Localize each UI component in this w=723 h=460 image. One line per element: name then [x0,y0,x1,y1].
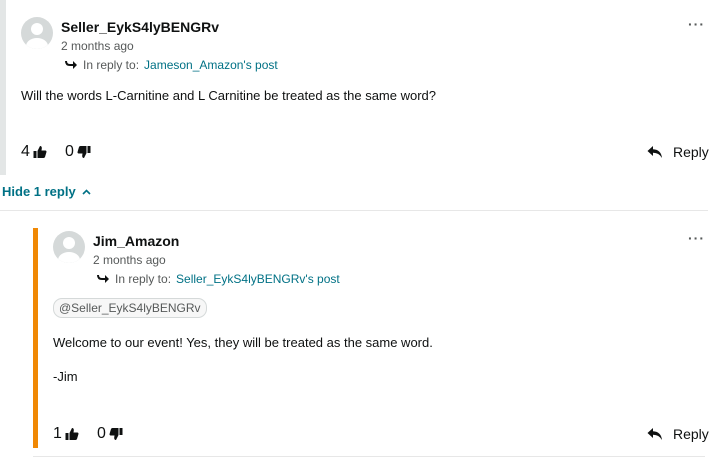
upvote-button[interactable]: 4 [21,143,47,161]
downvote-button[interactable]: 0 [65,143,91,161]
comment-seller: Seller_EykS4lyBENGRv 2 months ago In rep… [0,0,723,175]
divider [33,456,705,457]
thumbs-up-icon [65,428,79,440]
author-name[interactable]: Jim_Amazon [93,233,179,249]
in-reply-to-label: In reply to: [115,272,172,286]
hide-replies-toggle[interactable]: Hide 1 reply [2,184,91,199]
reply-button[interactable]: Reply [647,144,709,160]
downvote-count: 0 [65,143,74,160]
reply-icon [647,428,662,440]
divider [0,210,708,211]
thumbs-down-icon [77,146,91,158]
thread-line [0,0,6,175]
comment-body-line: Welcome to our event! Yes, they will be … [53,335,433,350]
comment-body: Will the words L-Carnitine and L Carniti… [21,88,437,103]
in-reply-to: In reply to: Seller_EykS4lyBENGRv's post [96,272,340,286]
author-name[interactable]: Seller_EykS4lyBENGRv [61,19,219,35]
downvote-count: 0 [97,425,106,442]
post-time: 2 months ago [93,253,166,267]
thumbs-down-icon [109,428,123,440]
reply-label: Reply [673,426,709,442]
avatar[interactable] [53,231,85,263]
in-reply-to: In reply to: Jameson_Amazon's post [64,58,278,72]
avatar[interactable] [21,17,53,49]
in-reply-to-link[interactable]: Jameson_Amazon's post [144,58,278,72]
user-silhouette-icon [26,23,48,49]
upvote-button[interactable]: 1 [53,425,79,443]
chevron-up-icon [82,188,91,195]
user-silhouette-icon [58,237,80,263]
reply-label: Reply [673,144,709,160]
upvote-count: 1 [53,425,62,442]
comment-jim: Jim_Amazon 2 months ago In reply to: Sel… [33,228,723,460]
reply-arrow-icon [65,61,77,69]
comment-signature: -Jim [53,369,78,384]
upvote-count: 4 [21,143,30,160]
reply-accent-bar [33,228,38,448]
thumbs-up-icon [33,146,47,158]
hide-replies-label: Hide 1 reply [2,184,76,199]
in-reply-to-label: In reply to: [83,58,140,72]
more-options-button[interactable]: ··· [688,230,705,246]
more-options-button[interactable]: ··· [688,16,705,32]
downvote-button[interactable]: 0 [97,425,123,443]
user-mention-chip[interactable]: @Seller_EykS4lyBENGRv [53,298,207,318]
reply-button[interactable]: Reply [647,426,709,442]
reply-icon [647,146,662,158]
reply-arrow-icon [97,275,109,283]
in-reply-to-link[interactable]: Seller_EykS4lyBENGRv's post [176,272,340,286]
post-time: 2 months ago [61,39,134,53]
